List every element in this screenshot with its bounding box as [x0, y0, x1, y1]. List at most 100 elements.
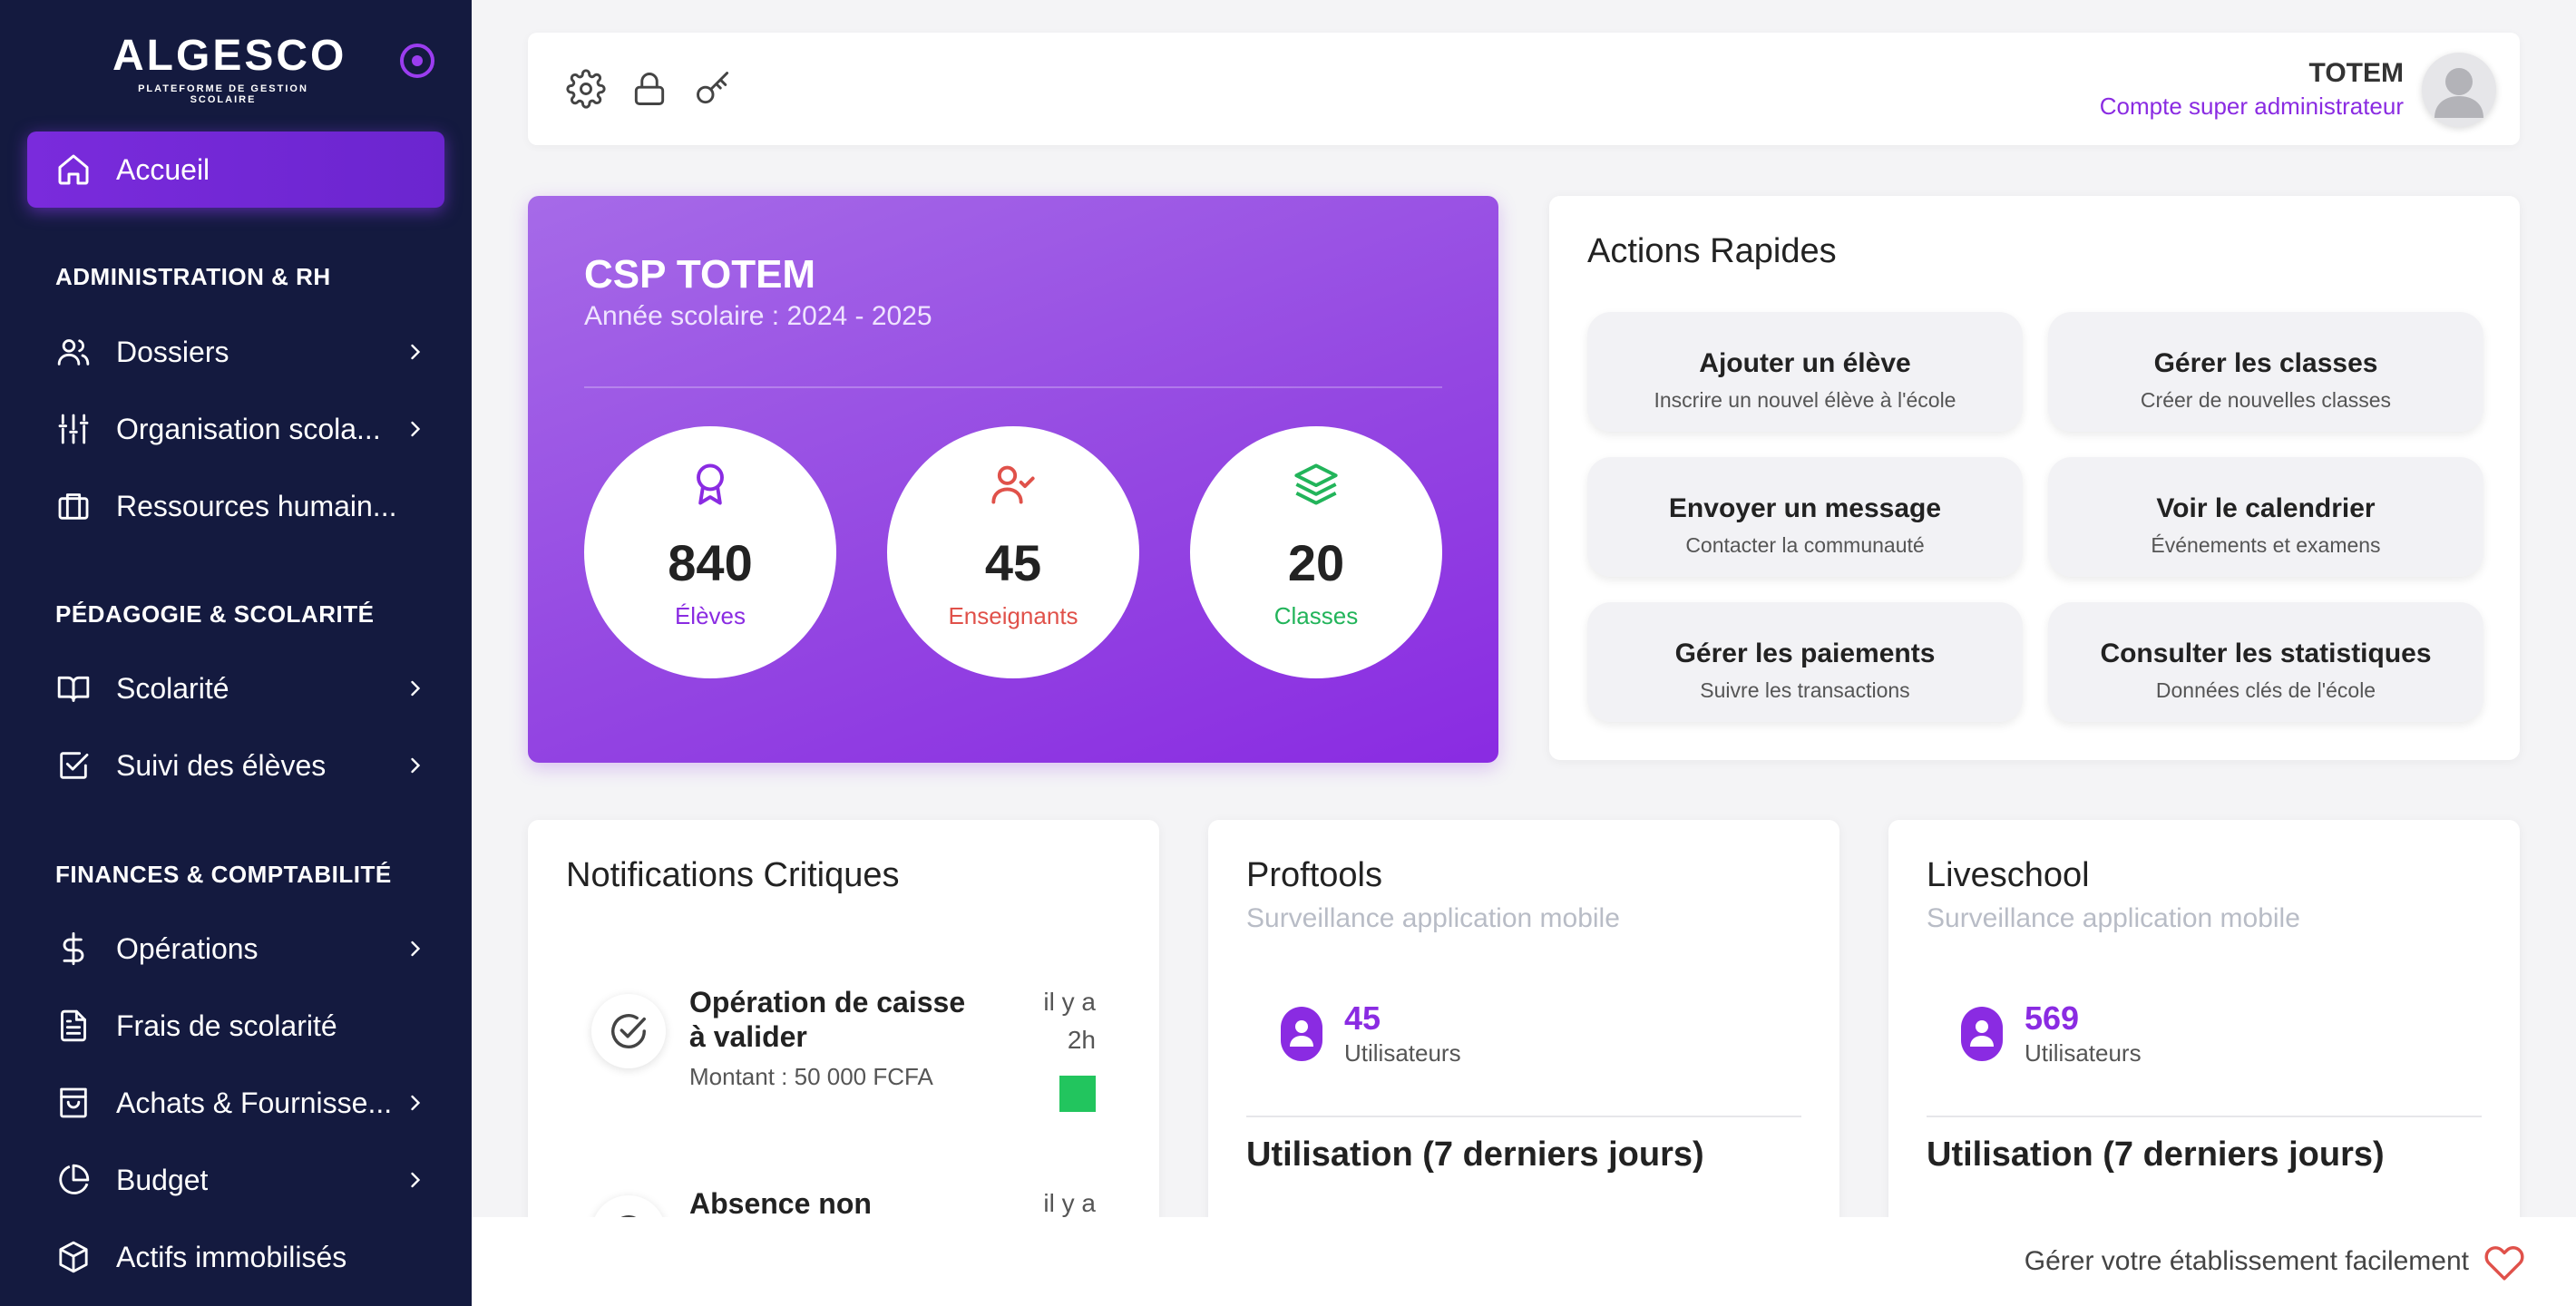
action-title: Voir le calendrier	[2156, 493, 2376, 523]
sidebar-item-label: Suivi des élèves	[116, 748, 327, 782]
users-count: 45	[1344, 999, 1381, 1037]
action-ajouter-eleve[interactable]: Ajouter un élève Inscrire un nouvel élèv…	[1587, 312, 2023, 432]
notification-title: Absence non	[689, 1187, 872, 1220]
school-year: Année scolaire : 2024 - 2025	[584, 301, 932, 331]
lock-icon[interactable]	[629, 69, 669, 109]
stat-label: Enseignants	[948, 602, 1078, 629]
notification-time: il y a	[1043, 988, 1096, 1016]
action-subtitle: Événements et examens	[2151, 533, 2381, 557]
app-name: Proftools	[1246, 856, 1382, 894]
action-voir-calendrier[interactable]: Voir le calendrier Événements et examens	[2048, 457, 2483, 577]
stat-eleves[interactable]: 840 Élèves	[584, 426, 836, 678]
shopping-bag-icon	[54, 1084, 93, 1122]
usage-title: Utilisation (7 derniers jours)	[1246, 1135, 1704, 1174]
stat-value: 45	[984, 534, 1042, 591]
sidebar-item-accueil[interactable]: Accueil	[27, 132, 444, 208]
sidebar-item-label: Accueil	[116, 152, 210, 186]
sidebar-item-suivi-eleves[interactable]: Suivi des élèves	[27, 733, 444, 798]
document-icon	[54, 1007, 93, 1045]
status-badge	[1059, 1076, 1096, 1112]
sidebar-item-label: Budget	[116, 1163, 209, 1196]
topbar: TOTEM Compte super administrateur	[528, 33, 2520, 145]
stat-label: Élèves	[674, 602, 746, 629]
chevron-right-icon	[411, 757, 421, 774]
action-title: Envoyer un message	[1668, 493, 1942, 523]
action-subtitle: Données clés de l'école	[2155, 678, 2376, 702]
sidebar-item-budget[interactable]: Budget	[27, 1147, 444, 1213]
section-title-pedagogie: PÉDAGOGIE & SCOLARITÉ	[55, 600, 375, 628]
quick-actions-title: Actions Rapides	[1587, 232, 1837, 270]
home-icon	[54, 151, 93, 189]
notification-title-continued: à valider	[689, 1020, 807, 1053]
action-gerer-classes[interactable]: Gérer les classes Créer de nouvelles cla…	[2048, 312, 2483, 432]
divider	[584, 386, 1442, 388]
users-label: Utilisateurs	[1344, 1039, 1461, 1067]
chevron-right-icon	[411, 421, 421, 437]
action-subtitle: Contacter la communauté	[1685, 533, 1925, 557]
heart-icon	[2484, 1246, 2524, 1281]
user-pin-icon	[1961, 1007, 2003, 1061]
section-title-finances: FINANCES & COMPTABILITÉ	[55, 861, 392, 888]
chevron-right-icon	[411, 1172, 421, 1188]
school-card: CSP TOTEM Année scolaire : 2024 - 2025 8…	[528, 196, 1498, 763]
notifications-title: Notifications Critiques	[566, 856, 900, 894]
notification-title: Opération de caisse	[689, 986, 966, 1018]
stat-classes[interactable]: 20 Classes	[1190, 426, 1442, 678]
chevron-right-icon	[411, 680, 421, 697]
sidebar-item-label: Scolarité	[116, 671, 229, 705]
sidebar-toggle-icon[interactable]	[400, 44, 434, 78]
avatar[interactable]	[2422, 53, 2496, 127]
user-pin-icon	[1281, 1007, 1322, 1061]
briefcase-icon	[54, 487, 93, 525]
logo[interactable]: ALGESCO PLATEFORME DE GESTION SCOLAIRE	[112, 31, 347, 105]
action-title: Consulter les statistiques	[2100, 638, 2432, 668]
sidebar-item-actifs[interactable]: Actifs immobilisés	[27, 1224, 444, 1290]
users-icon	[54, 333, 93, 371]
stat-value: 20	[1287, 534, 1345, 591]
notification-time-continued: 2h	[1067, 1026, 1096, 1054]
divider	[1246, 1116, 1801, 1117]
sidebar-item-label: Ressources humain...	[116, 489, 397, 522]
sidebar-item-label: Dossiers	[116, 335, 229, 368]
sidebar-item-achats[interactable]: Achats & Fournisse...	[27, 1070, 444, 1135]
book-icon	[54, 669, 93, 707]
sidebar-item-scolarite[interactable]: Scolarité	[27, 656, 444, 721]
action-subtitle: Suivre les transactions	[1700, 678, 1910, 702]
user-check-icon	[990, 461, 1037, 508]
sidebar-item-label: Organisation scola...	[116, 412, 381, 445]
action-envoyer-message[interactable]: Envoyer un message Contacter la communau…	[1587, 457, 2023, 577]
key-icon[interactable]	[693, 69, 733, 109]
action-title: Gérer les classes	[2153, 348, 2378, 378]
divider	[1927, 1116, 2482, 1117]
pie-chart-icon	[54, 1161, 93, 1199]
action-gerer-paiements[interactable]: Gérer les paiements Suivre les transacti…	[1587, 602, 2023, 722]
stat-enseignants[interactable]: 45 Enseignants	[887, 426, 1139, 678]
logo-tagline: PLATEFORME DE GESTION SCOLAIRE	[138, 83, 308, 105]
user-name: TOTEM	[2308, 58, 2404, 88]
award-icon	[687, 461, 734, 508]
sidebar: ALGESCO PLATEFORME DE GESTION SCOLAIRE A…	[0, 0, 472, 1306]
box-icon	[54, 1238, 93, 1276]
stat-value: 840	[668, 534, 753, 591]
action-subtitle: Créer de nouvelles classes	[2140, 388, 2392, 412]
sidebar-item-ressources-humaines[interactable]: Ressources humain...	[27, 473, 444, 539]
sliders-icon	[54, 410, 93, 448]
sidebar-item-operations[interactable]: Opérations	[27, 916, 444, 981]
logo-text: ALGESCO	[112, 32, 347, 80]
chevron-right-icon	[411, 344, 421, 360]
sidebar-item-dossiers[interactable]: Dossiers	[27, 319, 444, 385]
users-count: 569	[2025, 999, 2080, 1037]
sidebar-item-frais-scolarite[interactable]: Frais de scolarité	[27, 993, 444, 1058]
user-silhouette-icon	[2435, 68, 2483, 118]
usage-title: Utilisation (7 derniers jours)	[1927, 1135, 2385, 1174]
app-subtitle: Surveillance application mobile	[1927, 903, 2300, 933]
sidebar-item-organisation[interactable]: Organisation scola...	[27, 396, 444, 462]
action-consulter-statistiques[interactable]: Consulter les statistiques Données clés …	[2048, 602, 2483, 722]
chevron-right-icon	[411, 941, 421, 957]
action-title: Gérer les paiements	[1674, 638, 1936, 668]
stat-label: Classes	[1273, 602, 1359, 629]
gear-icon[interactable]	[566, 69, 606, 109]
user-role: Compte super administrateur	[2099, 93, 2404, 120]
users-label: Utilisateurs	[2025, 1039, 2142, 1067]
check-circle-icon[interactable]	[591, 994, 666, 1068]
